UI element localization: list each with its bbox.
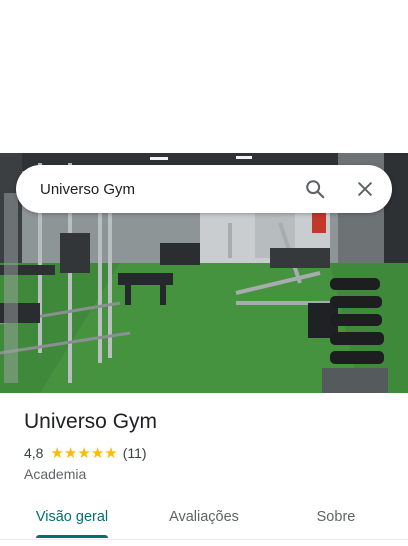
- place-title: Universo Gym: [24, 410, 158, 433]
- rating-row[interactable]: 4,8 ★ ★ ★ ★ ★ (11): [24, 445, 147, 461]
- star-icon: ★: [104, 444, 118, 462]
- star-icon: ★: [50, 444, 64, 462]
- tab-overview[interactable]: Visão geral: [22, 496, 122, 538]
- rating-value: 4,8: [24, 445, 44, 461]
- place-tabs: Visão geral Avaliações Sobre: [0, 496, 408, 540]
- close-button[interactable]: [347, 171, 383, 207]
- close-icon: [358, 182, 372, 196]
- reviews-count[interactable]: (11): [123, 445, 147, 461]
- star-icon: ★: [77, 444, 91, 462]
- place-category[interactable]: Academia: [24, 466, 86, 482]
- place-panel: Universo Gym 4,8 ★ ★ ★ ★ ★ (11) Academia…: [0, 0, 408, 546]
- active-tab-indicator: [36, 535, 108, 538]
- star-icon: ★: [63, 444, 78, 462]
- search-bar: [16, 165, 392, 213]
- search-icon: [306, 180, 325, 199]
- tab-reviews[interactable]: Avaliações: [150, 496, 258, 538]
- search-button[interactable]: [297, 171, 333, 207]
- tab-about[interactable]: Sobre: [300, 496, 372, 538]
- search-input[interactable]: [16, 165, 297, 213]
- star-icon: ★: [90, 444, 105, 462]
- rating-stars: ★ ★ ★ ★ ★: [50, 446, 117, 461]
